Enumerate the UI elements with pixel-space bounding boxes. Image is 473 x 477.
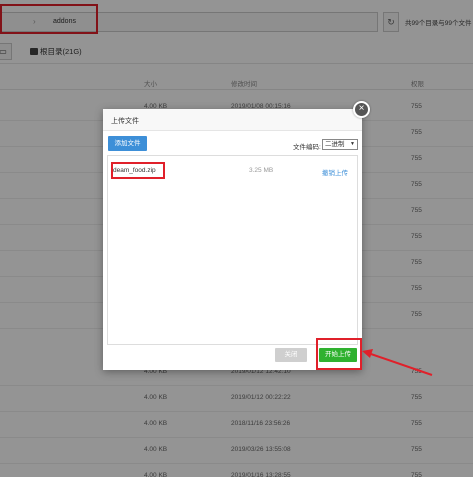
encoding-select[interactable]: 二进制 ▼ [322, 139, 358, 150]
chevron-down-icon: ▼ [350, 141, 355, 147]
annotation-arrow-icon [362, 349, 433, 376]
encoding-value: 二进制 [325, 141, 345, 148]
highlight-file-box [111, 162, 165, 179]
list-item: deam_food.zip 3.25 MB 撤销上传 [108, 162, 357, 179]
dialog-title: 上传文件 [103, 109, 362, 131]
highlight-start-box [316, 338, 362, 370]
upload-dialog: 上传文件 × 添加文件 文件编码: 二进制 ▼ deam_food.zip 3.… [103, 101, 370, 370]
add-file-button[interactable]: 添加文件 [108, 136, 147, 151]
cancel-upload-link[interactable]: 撤销上传 [322, 167, 348, 177]
encoding-label: 文件编码: [293, 144, 321, 151]
close-button[interactable]: 关闭 [275, 348, 307, 362]
upload-file-list: deam_food.zip 3.25 MB 撤销上传 [107, 155, 358, 345]
file-size: 3.25 MB [249, 167, 274, 174]
close-icon[interactable]: × [353, 101, 370, 118]
